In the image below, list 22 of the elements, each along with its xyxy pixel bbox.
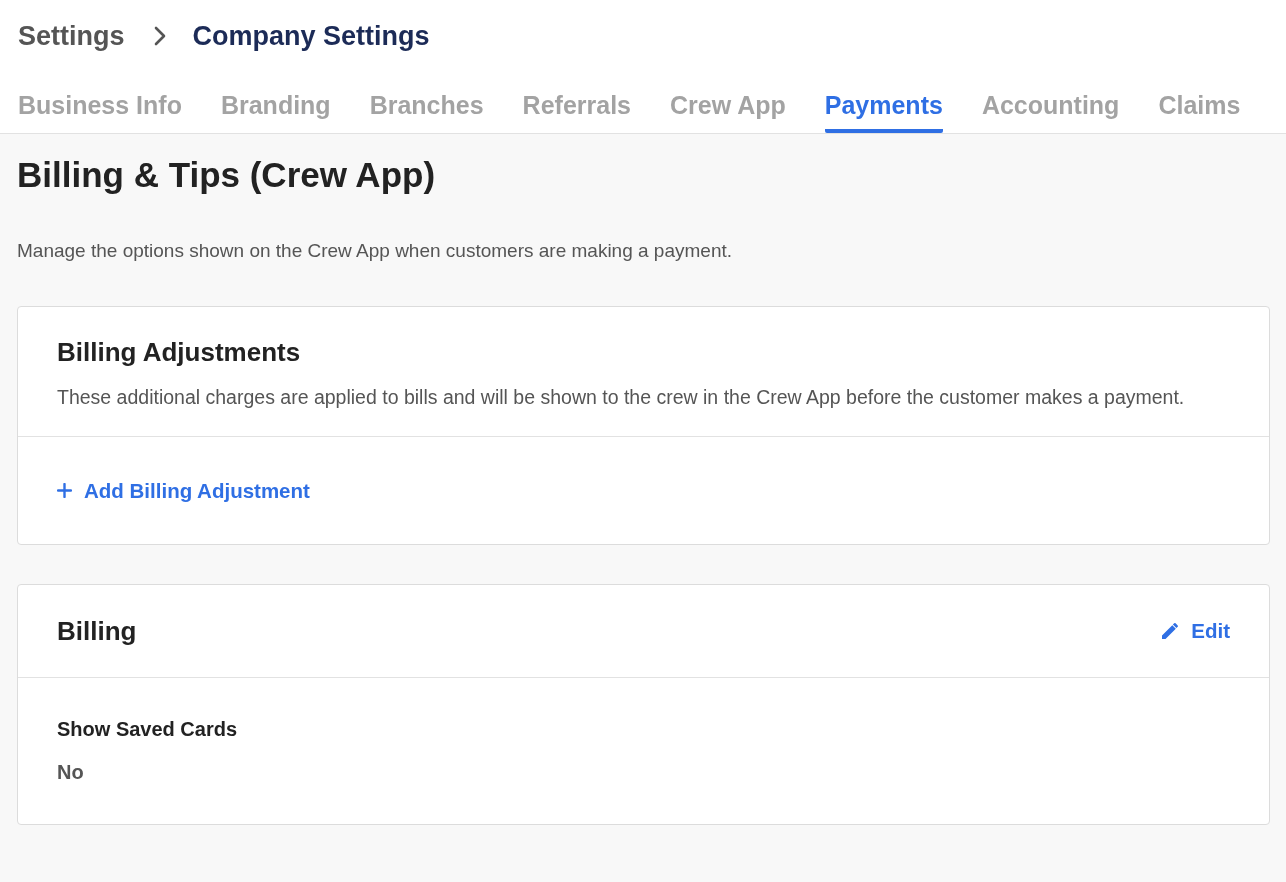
card-description: These additional charges are applied to bills and will be shown to the crew in the Crew App before the customer makes a payment. (57, 385, 1186, 410)
breadcrumb-link[interactable]: Settings (18, 20, 125, 52)
tab[interactable]: Payments (824, 72, 943, 133)
page-description: Manage the options shown on the Crew App when customers are making a payment. (17, 239, 733, 263)
plus-icon (57, 483, 72, 498)
card-title: Billing (57, 615, 137, 647)
pencil-icon (1161, 622, 1180, 640)
tab[interactable]: Claims (1158, 72, 1241, 133)
breadcrumb-current: Company Settings (192, 20, 430, 52)
tab[interactable]: Accounting (981, 72, 1120, 133)
tab[interactable]: Referrals (522, 72, 631, 133)
tab[interactable]: Crew App (670, 72, 786, 133)
chevron-right-icon (152, 26, 167, 46)
add-billing-adjustment-link[interactable]: Add Billing Adjustment (57, 478, 310, 503)
tab[interactable]: Branding (220, 72, 331, 133)
tab[interactable]: Business Info (18, 72, 182, 133)
tab[interactable]: Branches (369, 72, 484, 133)
page-title: Billing & Tips (Crew App) (17, 154, 437, 196)
field-label: Show Saved Cards (57, 718, 239, 741)
field-value: No (57, 761, 85, 784)
edit-link[interactable]: Edit (1161, 619, 1230, 643)
card-title: Billing Adjustments (57, 337, 302, 368)
